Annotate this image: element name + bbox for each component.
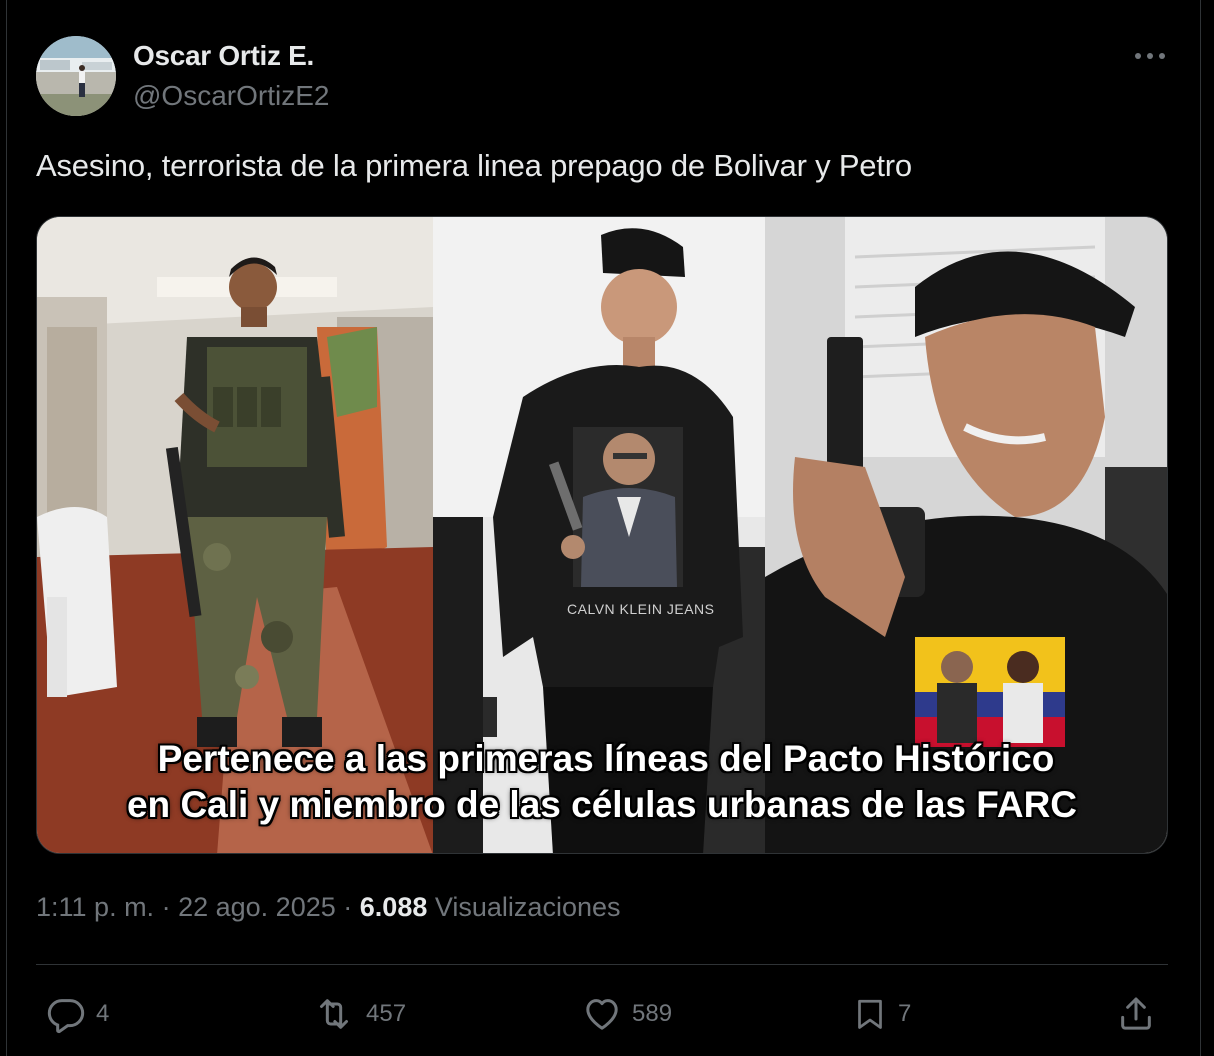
heart-icon (586, 999, 618, 1030)
bookmark-icon (858, 999, 882, 1029)
author-handle[interactable]: @OscarOrtizE2 (133, 80, 329, 112)
share-icon (1121, 997, 1151, 1030)
tweet-actions: 4 457 589 7 (36, 990, 1168, 1038)
column-border-left (6, 0, 7, 1056)
like-button[interactable]: 589 (582, 990, 672, 1038)
bookmark-count: 7 (898, 1000, 912, 1027)
shirt-brand-text: CALVN KLEIN JEANS (567, 601, 715, 617)
divider (36, 964, 1168, 965)
tweet-metadata: 1:11 p. m. · 22 ago. 2025 · 6.088 Visual… (36, 892, 621, 923)
media-caption-line-1: Pertenece a las primeras líneas del Pact… (157, 738, 1055, 779)
reply-count: 4 (96, 1000, 110, 1027)
avatar[interactable] (36, 36, 116, 116)
share-button[interactable] (1116, 990, 1156, 1038)
retweet-icon (320, 999, 348, 1029)
reply-icon (47, 999, 85, 1034)
tweet-time[interactable]: 1:11 p. m. (36, 892, 154, 922)
more-icon (1135, 53, 1165, 59)
author-name[interactable]: Oscar Ortiz E. (133, 40, 314, 72)
bookmark-button[interactable]: 7 (852, 990, 911, 1038)
repost-count: 457 (366, 1000, 407, 1027)
repost-button[interactable]: 457 (312, 990, 406, 1038)
meta-separator: · (343, 892, 353, 922)
tweet-text: Asesino, terrorista de la primera linea … (36, 148, 912, 183)
tweet-media[interactable]: CALVN KLEIN JEANS Pertenece a las primer… (36, 216, 1168, 854)
tweet-date[interactable]: 22 ago. 2025 (178, 892, 336, 922)
meta-separator: · (161, 892, 171, 922)
views-count: 6.088 (359, 892, 428, 922)
reply-button[interactable]: 4 (46, 990, 109, 1038)
more-button[interactable] (1126, 38, 1174, 74)
column-border-right (1200, 0, 1201, 1056)
media-caption-line-2: en Cali y miembro de las células urbanas… (126, 784, 1078, 825)
like-count: 589 (632, 1000, 673, 1027)
views-label: Visualizaciones (434, 892, 621, 922)
tweet-card: Oscar Ortiz E. @OscarOrtizE2 Asesino, te… (0, 0, 1214, 1056)
